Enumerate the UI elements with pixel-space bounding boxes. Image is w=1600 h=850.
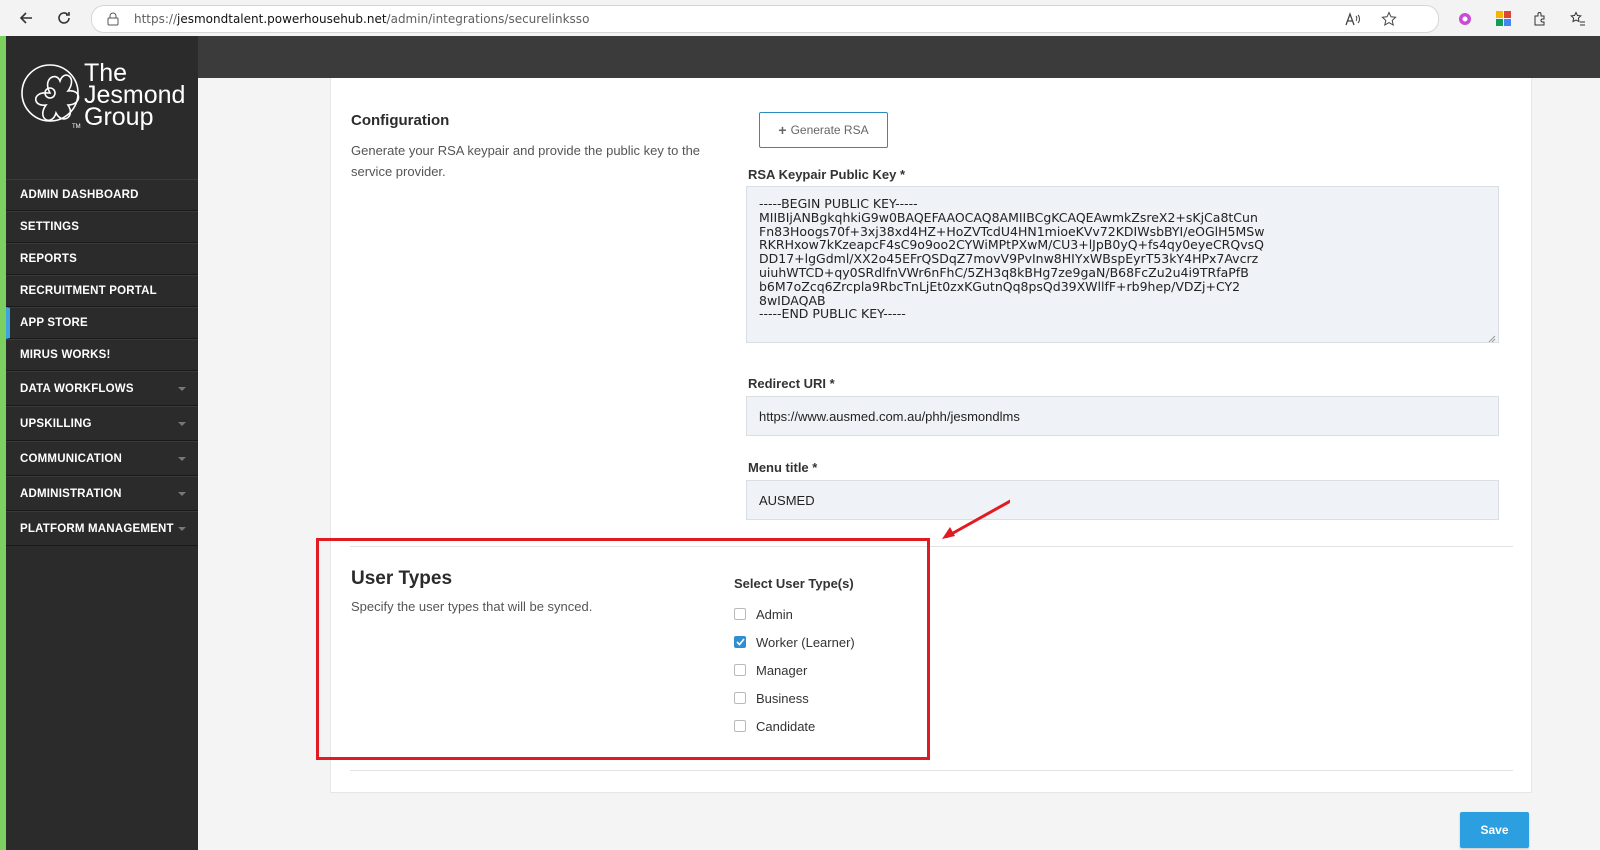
redirect-uri-label: Redirect URI * [748,376,835,391]
svg-text:TM: TM [72,124,81,130]
chevron-down-icon [178,386,186,391]
generate-rsa-label: Generate RSA [790,123,869,137]
browser-toolbar: https://jesmondtalent.powerhousehub.net/… [0,0,1600,37]
menu-title-label: Menu title * [748,460,818,475]
refresh-icon[interactable] [52,6,76,30]
read-aloud-icon[interactable] [1344,10,1362,28]
sidebar-item-label: DATA WORKFLOWS [20,382,134,395]
address-bar[interactable]: https://jesmondtalent.powerhousehub.net/… [91,5,1439,33]
sidebar-item-label: REPORTS [20,253,77,265]
sidebar-item-app-store[interactable]: APP STORE [6,307,198,339]
public-key-label: RSA Keypair Public Key * [748,167,906,182]
sidebar-menu: ADMIN DASHBOARD SETTINGS REPORTS RECRUIT… [6,179,198,546]
extension-colorful-icon[interactable] [1494,9,1514,29]
brand-logo: The Jesmond Group TM [20,48,190,143]
public-key-textarea[interactable]: -----BEGIN PUBLIC KEY----- MIIBIjANBgkqh… [746,186,1499,343]
favorites-list-icon[interactable] [1568,9,1588,29]
annotation-arrow-icon [942,499,1010,539]
lock-icon [106,11,120,32]
back-icon[interactable] [14,6,38,30]
plus-icon: + [778,122,787,138]
sidebar-item-label: COMMUNICATION [20,452,123,465]
top-header [198,36,1600,78]
sidebar-item-admin-dashboard[interactable]: ADMIN DASHBOARD [6,179,198,211]
sidebar-item-platform-management[interactable]: PLATFORM MANAGEMENT [6,511,198,546]
sidebar: The Jesmond Group TM ADMIN DASHBOARD SET… [6,36,198,850]
sidebar-item-upskilling[interactable]: UPSKILLING [6,406,198,441]
sidebar-item-settings[interactable]: SETTINGS [6,211,198,243]
sidebar-item-label: RECRUITMENT PORTAL [20,285,157,297]
sidebar-item-label: ADMIN DASHBOARD [20,189,139,201]
extensions-puzzle-icon[interactable] [1530,9,1550,29]
resize-handle-icon[interactable] [1488,332,1496,342]
sidebar-item-label: APP STORE [20,317,88,329]
sidebar-item-communication[interactable]: COMMUNICATION [6,441,198,476]
generate-rsa-button[interactable]: + Generate RSA [759,112,888,148]
save-button[interactable]: Save [1460,812,1529,848]
chevron-down-icon [178,526,186,531]
redirect-uri-input[interactable]: https://www.ausmed.com.au/phh/jesmondlms [746,396,1499,436]
sidebar-item-administration[interactable]: ADMINISTRATION [6,476,198,511]
annotation-highlight-box [316,538,930,760]
sidebar-item-reports[interactable]: REPORTS [6,243,198,275]
sidebar-item-recruitment-portal[interactable]: RECRUITMENT PORTAL [6,275,198,307]
chevron-down-icon [178,491,186,496]
sidebar-item-label: ADMINISTRATION [20,487,122,500]
section-divider [350,770,1513,771]
chevron-down-icon [178,456,186,461]
extension-purple-icon[interactable] [1455,9,1475,29]
configuration-description: Generate your RSA keypair and provide th… [351,143,701,179]
public-key-value: -----BEGIN PUBLIC KEY----- MIIBIjANBgkqh… [759,196,1265,322]
svg-text:Group: Group [84,103,153,131]
chevron-down-icon [178,421,186,426]
sidebar-item-mirus-works[interactable]: MIRUS WORKS! [6,339,198,371]
sidebar-item-label: MIRUS WORKS! [20,349,111,361]
sidebar-item-label: SETTINGS [20,221,80,233]
sidebar-item-data-workflows[interactable]: DATA WORKFLOWS [6,371,198,406]
url-text: https://jesmondtalent.powerhousehub.net/… [134,12,590,26]
favorite-star-icon[interactable] [1380,10,1398,28]
configuration-title: Configuration [351,112,450,129]
sidebar-item-label: PLATFORM MANAGEMENT [20,522,174,535]
menu-title-input[interactable]: AUSMED [746,480,1499,520]
sidebar-item-label: UPSKILLING [20,417,92,430]
